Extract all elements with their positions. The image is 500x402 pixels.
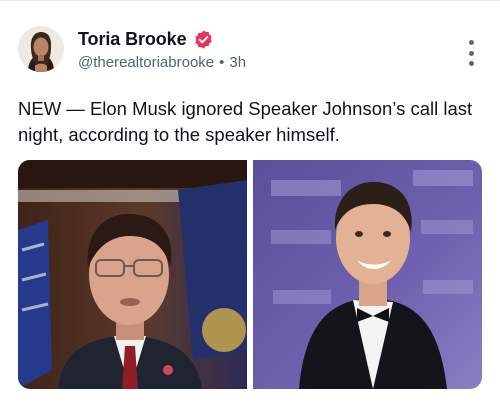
post-text: NEW — Elon Musk ignored Speaker Johnson’… (18, 98, 473, 145)
more-vertical-icon[interactable] (466, 40, 476, 66)
sub-row: @therealtoriabrooke • 3h (78, 54, 246, 71)
speaker-johnson-photo[interactable] (18, 160, 247, 389)
handle[interactable]: @therealtoriabrooke (78, 54, 214, 71)
media-grid (18, 160, 482, 389)
author-meta: Toria Brooke @therealtoriabrooke • 3h (78, 28, 246, 71)
more-dot (468, 50, 474, 56)
more-dot (468, 61, 474, 66)
name-row: Toria Brooke (78, 28, 246, 52)
verified-badge-icon (193, 29, 214, 50)
post-header: Toria Brooke @therealtoriabrooke • 3h (18, 26, 246, 72)
divider (0, 0, 500, 1)
post-card: Toria Brooke @therealtoriabrooke • 3h NE… (0, 0, 500, 402)
timestamp[interactable]: 3h (229, 54, 246, 71)
display-name[interactable]: Toria Brooke (78, 29, 187, 50)
separator-dot: • (219, 53, 225, 71)
elon-musk-photo[interactable] (253, 160, 482, 389)
more-dot (468, 40, 474, 45)
avatar[interactable] (18, 26, 64, 72)
